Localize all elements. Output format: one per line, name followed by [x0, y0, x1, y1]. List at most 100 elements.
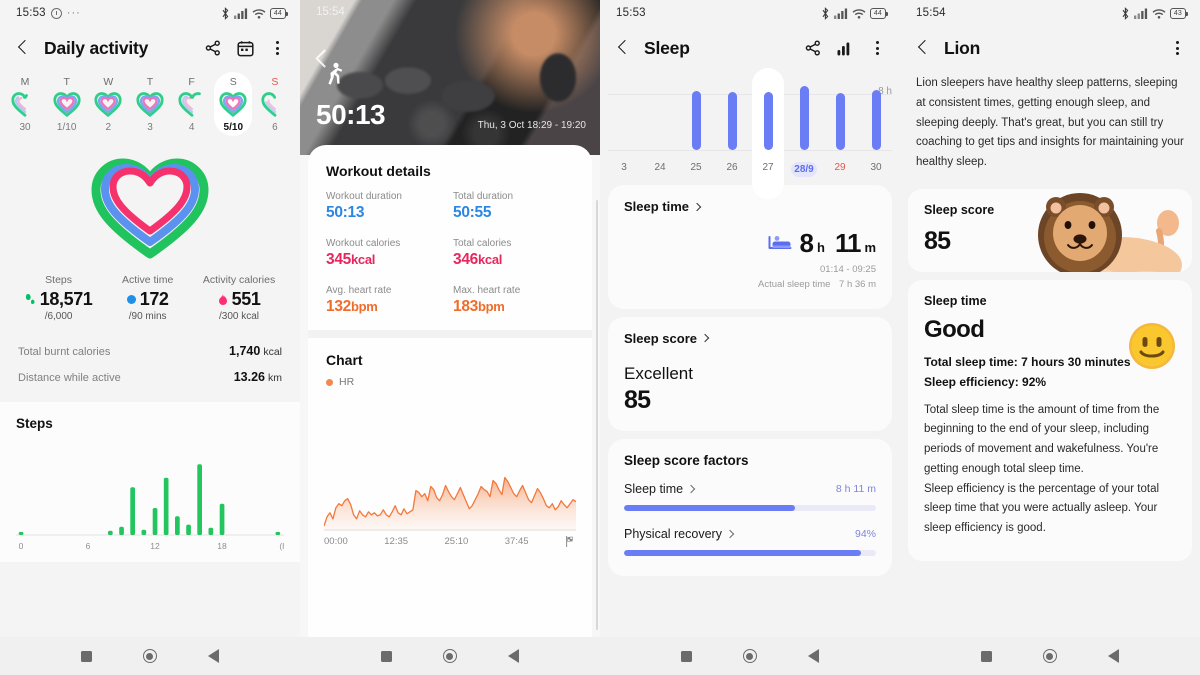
sleep-score-card: Sleep score 85: [908, 188, 1192, 272]
sleep-bar[interactable]: [691, 91, 701, 150]
circle-icon[interactable]: [742, 649, 757, 663]
metric-label: Workout calories: [326, 238, 401, 249]
factor-progress-bar: [624, 549, 876, 556]
activity-ring-heart-icon: [11, 92, 39, 117]
steps-chart-title: Steps: [16, 416, 53, 431]
day-cell-selected[interactable]: S 5/10: [214, 72, 253, 136]
day-of-week: T: [63, 76, 70, 88]
day-number: 1/10: [56, 122, 77, 133]
factor-value: 8 h 11 m: [835, 482, 876, 495]
triangle-back-icon[interactable]: [1107, 649, 1119, 663]
metric-value: 50:13: [326, 204, 365, 221]
x-tick[interactable]: 29: [827, 162, 853, 177]
factor-sleep-time[interactable]: Sleep time 8 h 11 m: [624, 482, 876, 511]
sleep-bar[interactable]: [727, 92, 737, 150]
metric-value: 346: [453, 251, 478, 268]
system-nav-bar: [600, 637, 900, 675]
circle-icon[interactable]: [1042, 649, 1057, 663]
week-strip: M 30 T 1/10 W 2 T 3 F 4 S 5/10 S 6: [0, 70, 300, 144]
metric-value: 183: [453, 298, 478, 315]
wifi-icon: [1152, 8, 1166, 19]
x-tick: 25:10: [444, 536, 469, 547]
chevron-right-icon: [700, 333, 710, 343]
activity-ring-heart-icon: [94, 92, 122, 117]
bed-icon: [768, 236, 792, 249]
circle-icon[interactable]: [442, 649, 457, 663]
share-icon[interactable]: [802, 37, 824, 59]
back-icon[interactable]: [14, 38, 34, 58]
sleep-bar[interactable]: [763, 92, 773, 150]
day-cell[interactable]: T 1/10: [48, 72, 86, 136]
bluetooth-icon: [221, 6, 230, 20]
x-tick[interactable]: 3: [611, 162, 637, 177]
x-tick[interactable]: 24: [647, 162, 673, 177]
calendar-icon[interactable]: [234, 37, 256, 59]
day-number: 5/10: [223, 122, 244, 133]
metric-active-time: Active time 172 /90 mins: [122, 274, 173, 322]
metrics-row: Steps 18,571 /6,000 Active time 172 /90 …: [0, 268, 300, 324]
panel-workout-details: 15:54 50:13 Thu, 3 Oct 18:29 - 19:20 Wor…: [300, 0, 600, 675]
day-cell[interactable]: F 4: [173, 72, 211, 136]
sleep-time-card: Sleep time Good Total sleep time: 7 hour…: [908, 279, 1192, 561]
metric-unit: bpm: [350, 299, 378, 314]
sleep-time-link[interactable]: Sleep time: [624, 199, 876, 214]
sleep-bar[interactable]: [835, 93, 845, 150]
more-icon[interactable]: [1166, 37, 1188, 59]
activity-ring-heart-icon: [178, 92, 206, 117]
chart-legend: HR: [308, 376, 592, 394]
sleep-bar-selected[interactable]: [799, 86, 809, 150]
day-cell[interactable]: S 6: [256, 72, 294, 136]
system-nav-bar: [0, 637, 300, 675]
x-tick-selected[interactable]: 28/9: [791, 162, 817, 177]
square-icon[interactable]: [681, 650, 693, 662]
triangle-back-icon[interactable]: [507, 649, 519, 663]
share-icon[interactable]: [202, 37, 224, 59]
day-cell[interactable]: M 30: [6, 72, 44, 136]
back-icon[interactable]: [914, 38, 934, 58]
factor-physical-recovery[interactable]: Physical recovery 94%: [624, 527, 876, 556]
neutral-smiley-icon: [1129, 322, 1175, 369]
svg-text:6: 6: [86, 541, 91, 551]
bluetooth-icon: [821, 6, 830, 20]
x-tick[interactable]: 27: [755, 162, 781, 177]
circle-icon[interactable]: [142, 649, 157, 663]
metric-label: Avg. heart rate: [326, 285, 392, 296]
sleep-bar[interactable]: [871, 90, 881, 150]
square-icon[interactable]: [381, 650, 393, 662]
metric-label: Activity calories: [202, 274, 276, 286]
chevron-right-icon: [725, 529, 735, 538]
metric-unit: kcal: [350, 252, 376, 267]
sleep-score-card[interactable]: Sleep score Excellent 85: [608, 316, 892, 431]
battery-icon: 44: [269, 7, 289, 19]
day-number: 2: [105, 122, 112, 133]
sleep-range: 01:14 - 09:25: [820, 264, 876, 275]
square-icon[interactable]: [981, 650, 993, 662]
triangle-back-icon[interactable]: [207, 649, 219, 663]
sleep-score-link[interactable]: Sleep score: [624, 331, 876, 346]
day-cell[interactable]: W 2: [89, 72, 127, 136]
more-icon[interactable]: [866, 37, 888, 59]
x-tick[interactable]: 30: [863, 162, 889, 177]
sleep-time-card[interactable]: Sleep time 8 h 11 m 01:14 - 09:25 Actual…: [608, 185, 892, 309]
chart-title: Chart: [326, 352, 363, 368]
more-icon[interactable]: [266, 37, 288, 59]
actual-sleep-time: Actual sleep time 7 h 36 m: [624, 278, 876, 292]
square-icon[interactable]: [81, 650, 93, 662]
total-value: 13.26: [233, 370, 265, 384]
x-tick[interactable]: 25: [683, 162, 709, 177]
day-cell[interactable]: T 3: [131, 72, 169, 136]
metric-activity-calories: Activity calories 551 /300 kcal: [203, 274, 275, 322]
total-value: 1,740: [229, 344, 261, 358]
metric-total-duration: Total duration 50:55: [453, 191, 574, 222]
lion-illustration: [1038, 192, 1182, 272]
wifi-icon: [252, 8, 266, 19]
triangle-back-icon[interactable]: [807, 649, 819, 663]
back-icon[interactable]: [614, 38, 634, 58]
active-time-icon: [126, 295, 136, 304]
bar-chart-icon[interactable]: [834, 37, 856, 59]
running-icon: [324, 62, 346, 93]
scrollbar[interactable]: [595, 200, 598, 630]
status-bar: 15:54 43: [900, 0, 1200, 26]
x-tick[interactable]: 26: [719, 162, 745, 177]
workout-metrics-grid: Workout duration 50:13 Total duration 50…: [308, 191, 592, 330]
